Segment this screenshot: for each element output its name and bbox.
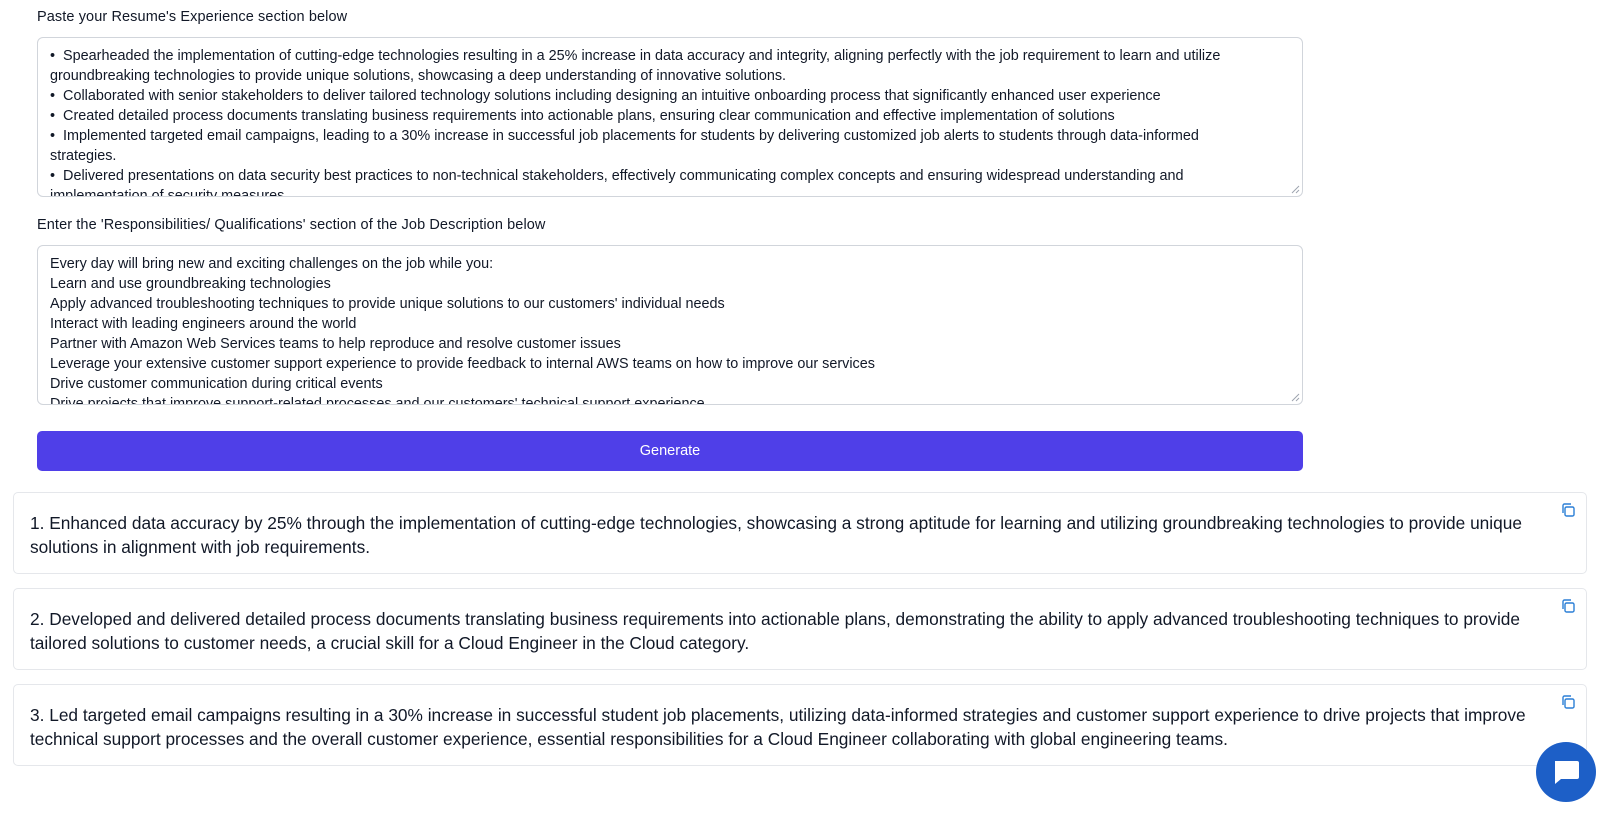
resize-grip-icon[interactable] bbox=[1290, 184, 1300, 194]
resume-line: Delivered presentations on data security… bbox=[50, 166, 1290, 186]
job-line: Partner with Amazon Web Services teams t… bbox=[50, 336, 621, 352]
generate-button[interactable]: Generate bbox=[37, 431, 1303, 471]
job-line: Every day will bring new and exciting ch… bbox=[50, 256, 494, 272]
result-card-2: 2. Developed and delivered detailed proc… bbox=[13, 588, 1587, 670]
job-description-label: Enter the 'Responsibilities/ Qualificati… bbox=[37, 217, 546, 233]
copy-icon[interactable] bbox=[1560, 598, 1576, 614]
result-text-3: 3. Led targeted email campaigns resultin… bbox=[30, 705, 1526, 749]
resize-grip-icon[interactable] bbox=[1290, 392, 1300, 402]
resume-text-content: Spearheaded the implementation of cuttin… bbox=[50, 46, 1290, 197]
resume-line: Collaborated with senior stakeholders to… bbox=[50, 86, 1290, 106]
job-description-textarea[interactable]: Every day will bring new and exciting ch… bbox=[37, 245, 1303, 405]
result-card-3: 3. Led targeted email campaigns resultin… bbox=[13, 684, 1587, 766]
result-card-1: 1. Enhanced data accuracy by 25% through… bbox=[13, 492, 1587, 574]
resume-line: implementation of security measures. bbox=[50, 188, 289, 197]
chat-bubble-icon bbox=[1555, 761, 1579, 784]
job-line: Apply advanced troubleshooting technique… bbox=[50, 296, 725, 312]
resume-line: Created detailed process documents trans… bbox=[50, 106, 1290, 126]
resume-line: Implemented targeted email campaigns, le… bbox=[50, 126, 1290, 146]
resume-experience-textarea[interactable]: Spearheaded the implementation of cuttin… bbox=[37, 37, 1303, 197]
resume-experience-label: Paste your Resume's Experience section b… bbox=[37, 9, 348, 25]
result-text-1: 1. Enhanced data accuracy by 25% through… bbox=[30, 513, 1522, 557]
copy-icon[interactable] bbox=[1560, 694, 1576, 710]
copy-icon[interactable] bbox=[1560, 502, 1576, 518]
chat-button[interactable] bbox=[1536, 742, 1596, 802]
result-text-2: 2. Developed and delivered detailed proc… bbox=[30, 609, 1521, 653]
resume-line: Spearheaded the implementation of cuttin… bbox=[50, 46, 1290, 66]
job-line: Drive projects that improve support-rela… bbox=[50, 396, 705, 405]
job-text-content: Every day will bring new and exciting ch… bbox=[50, 254, 1290, 405]
job-line: Drive customer communication during crit… bbox=[50, 376, 383, 392]
job-line: Learn and use groundbreaking technologie… bbox=[50, 276, 331, 292]
job-line: Interact with leading engineers around t… bbox=[50, 316, 357, 332]
resume-line: strategies. bbox=[50, 148, 117, 164]
resume-line: groundbreaking technologies to provide u… bbox=[50, 68, 787, 84]
job-line: Leverage your extensive customer support… bbox=[50, 356, 875, 372]
